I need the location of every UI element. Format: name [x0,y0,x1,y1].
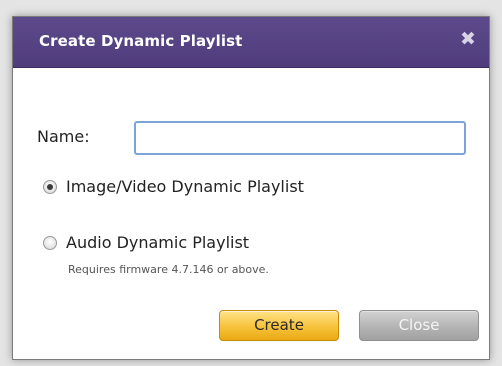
radio-audio[interactable] [43,235,57,250]
name-input[interactable] [134,121,466,155]
radio-audio-label: Audio Dynamic Playlist [66,233,250,252]
dialog-title: Create Dynamic Playlist [39,32,243,50]
create-button[interactable]: Create [219,310,339,341]
firmware-requirement-note: Requires firmware 4.7.146 or above. [68,263,269,276]
radio-image-video-label: Image/Video Dynamic Playlist [66,177,304,196]
close-icon[interactable]: ✖ [457,28,479,50]
create-dynamic-playlist-dialog: Create Dynamic Playlist ✖ Name: Image/Vi… [12,16,490,360]
dialog-titlebar: Create Dynamic Playlist ✖ [13,17,489,68]
name-label: Name: [37,127,90,146]
close-button[interactable]: Close [359,310,479,341]
radio-image-video[interactable] [43,179,57,194]
radio-option-image-video[interactable]: Image/Video Dynamic Playlist [43,177,304,196]
radio-option-audio[interactable]: Audio Dynamic Playlist [43,233,249,252]
